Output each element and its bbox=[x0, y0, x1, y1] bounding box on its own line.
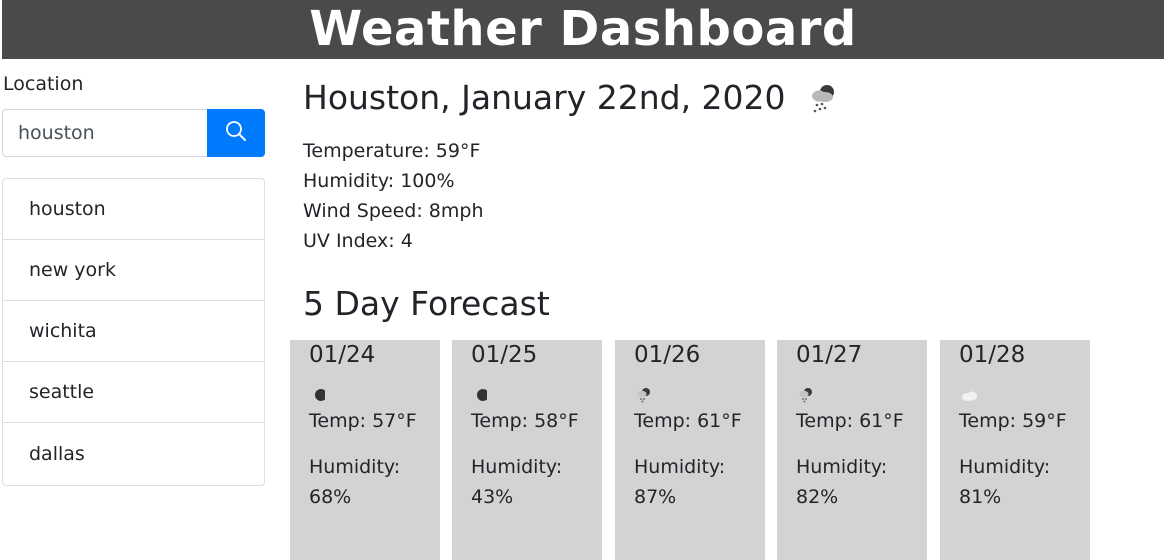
forecast-temp: Temp: 61°F bbox=[634, 410, 742, 432]
forecast-temp: Temp: 61°F bbox=[796, 410, 904, 432]
forecast-date: 01/27 bbox=[796, 342, 863, 368]
search-button[interactable] bbox=[207, 109, 265, 157]
header-bar: Weather Dashboard bbox=[2, 0, 1164, 59]
forecast-date: 01/28 bbox=[959, 342, 1026, 368]
forecast-date: 01/25 bbox=[471, 342, 538, 368]
history-item-new-york[interactable]: new york bbox=[3, 240, 264, 301]
forecast-temp: Temp: 57°F bbox=[309, 410, 417, 432]
history-item-wichita[interactable]: wichita bbox=[3, 301, 264, 362]
forecast-humidity: Humidity: 82% bbox=[796, 452, 927, 512]
location-label: Location bbox=[3, 73, 84, 95]
current-weather-header: Houston, January 22nd, 2020 bbox=[303, 70, 846, 124]
forecast-humidity-label: Humidity: bbox=[309, 456, 401, 478]
rain-cloud-icon bbox=[796, 380, 927, 410]
page-title: Weather Dashboard bbox=[309, 1, 857, 57]
forecast-card: 01/27 Temp: 61°F Humidity: 82% bbox=[777, 340, 927, 560]
forecast-humidity-value: 68% bbox=[309, 486, 352, 508]
search-history-list: houston new york wichita seattle dallas bbox=[2, 178, 265, 486]
forecast-humidity-label: Humidity: bbox=[634, 456, 726, 478]
forecast-card: 01/25 Temp: 58°F Humidity: 43% bbox=[452, 340, 602, 560]
current-details: Temperature: 59°F Humidity: 100% Wind Sp… bbox=[303, 136, 484, 256]
forecast-humidity: Humidity: 87% bbox=[634, 452, 765, 512]
forecast-card: 01/24 Temp: 57°F Humidity: 68% bbox=[290, 340, 440, 560]
rain-cloud-icon bbox=[806, 80, 846, 124]
current-uv-index: UV Index: 4 bbox=[303, 230, 413, 252]
search-icon bbox=[225, 120, 247, 146]
forecast-humidity: Humidity: 81% bbox=[959, 452, 1090, 512]
forecast-humidity-value: 81% bbox=[959, 486, 1002, 508]
forecast-humidity-label: Humidity: bbox=[471, 456, 563, 478]
forecast-humidity: Humidity: 68% bbox=[309, 452, 440, 512]
rain-cloud-icon bbox=[634, 380, 765, 410]
search-group bbox=[2, 109, 265, 157]
current-wind-speed: Wind Speed: 8mph bbox=[303, 200, 484, 222]
forecast-humidity-value: 43% bbox=[471, 486, 514, 508]
search-input[interactable] bbox=[2, 109, 207, 157]
forecast-date: 01/24 bbox=[309, 342, 376, 368]
current-city-title: Houston, January 22nd, 2020 bbox=[303, 77, 786, 117]
forecast-humidity-label: Humidity: bbox=[796, 456, 888, 478]
forecast-humidity-value: 82% bbox=[796, 486, 839, 508]
forecast-humidity-value: 87% bbox=[634, 486, 677, 508]
current-temperature: Temperature: 59°F bbox=[303, 140, 481, 162]
forecast-title: 5 Day Forecast bbox=[303, 284, 550, 323]
forecast-temp: Temp: 59°F bbox=[959, 410, 1067, 432]
forecast-card: 01/26 Temp: 61°F Humidity: 87% bbox=[615, 340, 765, 560]
forecast-date: 01/26 bbox=[634, 342, 701, 368]
history-item-houston[interactable]: houston bbox=[3, 179, 264, 240]
history-item-dallas[interactable]: dallas bbox=[3, 423, 264, 485]
cloud-icon bbox=[959, 380, 1090, 410]
history-item-seattle[interactable]: seattle bbox=[3, 362, 264, 423]
dark-dot-icon bbox=[471, 380, 602, 410]
dark-dot-icon bbox=[309, 380, 440, 410]
forecast-temp: Temp: 58°F bbox=[471, 410, 579, 432]
forecast-humidity: Humidity: 43% bbox=[471, 452, 602, 512]
current-humidity: Humidity: 100% bbox=[303, 170, 455, 192]
forecast-humidity-label: Humidity: bbox=[959, 456, 1051, 478]
forecast-card: 01/28 Temp: 59°F Humidity: 81% bbox=[940, 340, 1090, 560]
